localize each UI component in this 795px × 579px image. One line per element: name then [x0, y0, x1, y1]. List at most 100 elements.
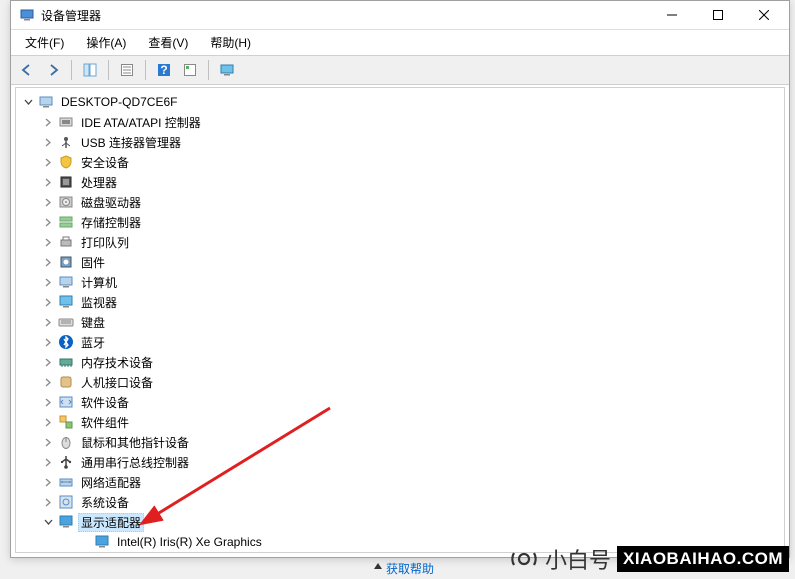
tree-category-mouse[interactable]: 鼠标和其他指针设备: [16, 432, 784, 452]
monitor-icon: [58, 294, 74, 310]
category-label: 磁盘驱动器: [78, 193, 144, 212]
properties-button[interactable]: [115, 58, 139, 82]
usb-icon: [58, 134, 74, 150]
tree-category-monitor[interactable]: 监视器: [16, 292, 784, 312]
category-label: 系统设备: [78, 493, 132, 512]
tree-category-usb[interactable]: USB 连接器管理器: [16, 132, 784, 152]
category-label: 监视器: [78, 293, 120, 312]
close-button[interactable]: [741, 1, 787, 29]
menu-action[interactable]: 操作(A): [76, 30, 136, 55]
category-label: 软件组件: [78, 413, 132, 432]
chevron-right-icon[interactable]: [40, 194, 56, 210]
category-label: 鼠标和其他指针设备: [78, 433, 192, 452]
tree-category-keyboard[interactable]: 键盘: [16, 312, 784, 332]
toolbar: ?: [11, 55, 789, 85]
minimize-button[interactable]: [649, 1, 695, 29]
category-label: 安全设备: [78, 153, 132, 172]
chevron-right-icon[interactable]: [40, 254, 56, 270]
mouse-icon: [58, 434, 74, 450]
menu-view[interactable]: 查看(V): [138, 30, 198, 55]
chevron-right-icon[interactable]: [40, 434, 56, 450]
tree-category-printqueue[interactable]: 打印队列: [16, 232, 784, 252]
tree-category-swdev[interactable]: 软件设备: [16, 392, 784, 412]
chevron-right-icon[interactable]: [40, 394, 56, 410]
tree-category-security[interactable]: 安全设备: [16, 152, 784, 172]
category-label: 存储控制器: [78, 213, 144, 232]
toolbar-separator: [71, 60, 72, 80]
menu-help[interactable]: 帮助(H): [200, 30, 261, 55]
maximize-button[interactable]: [695, 1, 741, 29]
tree-category-ide[interactable]: IDE ATA/ATAPI 控制器: [16, 112, 784, 132]
swdev-icon: [58, 394, 74, 410]
tree-category-computer[interactable]: 计算机: [16, 272, 784, 292]
category-label: 处理器: [78, 173, 120, 192]
toolbar-separator: [145, 60, 146, 80]
device-tree[interactable]: DESKTOP-QD7CE6F IDE ATA/ATAPI 控制器USB 连接器管…: [15, 87, 785, 553]
device-label: Intel(R) Iris(R) Xe Graphics: [114, 534, 265, 550]
brand-name-cn: 小白号: [545, 543, 611, 575]
menu-file[interactable]: 文件(F): [15, 30, 74, 55]
category-label: 固件: [78, 253, 108, 272]
chevron-right-icon[interactable]: [40, 334, 56, 350]
category-label: 显示适配器: [78, 513, 144, 532]
window-title: 设备管理器: [41, 7, 649, 24]
tree-category-storage[interactable]: 存储控制器: [16, 212, 784, 232]
help-caret-icon: [372, 561, 384, 576]
category-label: 打印队列: [78, 233, 132, 252]
chevron-right-icon[interactable]: [40, 274, 56, 290]
chevron-right-icon[interactable]: [40, 174, 56, 190]
scan-hardware-button[interactable]: [215, 58, 239, 82]
toolbar-separator: [208, 60, 209, 80]
tree-category-swcomp[interactable]: 软件组件: [16, 412, 784, 432]
chevron-right-icon[interactable]: [40, 354, 56, 370]
root-label: DESKTOP-QD7CE6F: [58, 94, 180, 110]
tree-category-cpu[interactable]: 处理器: [16, 172, 784, 192]
category-label: USB 连接器管理器: [78, 133, 184, 152]
get-help-link[interactable]: 获取帮助: [386, 560, 434, 577]
tree-category-disk[interactable]: 磁盘驱动器: [16, 192, 784, 212]
chevron-right-icon[interactable]: [40, 414, 56, 430]
tree-category-firmware[interactable]: 固件: [16, 252, 784, 272]
usbctrl-icon: [58, 454, 74, 470]
printer-icon: [58, 234, 74, 250]
pc-icon: [58, 274, 74, 290]
category-label: 通用串行总线控制器: [78, 453, 192, 472]
refresh-button[interactable]: [178, 58, 202, 82]
tree-root[interactable]: DESKTOP-QD7CE6F: [16, 92, 784, 112]
help-button[interactable]: ?: [152, 58, 176, 82]
chevron-right-icon[interactable]: [40, 454, 56, 470]
tree-category-network[interactable]: 网络适配器: [16, 472, 784, 492]
display-icon: [58, 514, 74, 530]
controller-icon: [58, 114, 74, 130]
chevron-right-icon[interactable]: [40, 494, 56, 510]
chevron-right-icon[interactable]: [40, 374, 56, 390]
chip-icon: [58, 174, 74, 190]
brand-logo-icon: [509, 544, 539, 574]
show-hide-tree-button[interactable]: [78, 58, 102, 82]
chevron-right-icon[interactable]: [40, 474, 56, 490]
chevron-right-icon[interactable]: [40, 134, 56, 150]
tree-category-usbctrl[interactable]: 通用串行总线控制器: [16, 452, 784, 472]
chevron-right-icon[interactable]: [40, 154, 56, 170]
chevron-right-icon[interactable]: [40, 234, 56, 250]
category-label: 网络适配器: [78, 473, 144, 492]
tree-category-hid[interactable]: 人机接口设备: [16, 372, 784, 392]
shield-icon: [58, 154, 74, 170]
chevron-down-icon[interactable]: [20, 94, 36, 110]
bluetooth-icon: [58, 334, 74, 350]
chevron-right-icon[interactable]: [40, 314, 56, 330]
tree-category-bluetooth[interactable]: 蓝牙: [16, 332, 784, 352]
category-label: 键盘: [78, 313, 108, 332]
back-button[interactable]: [15, 58, 39, 82]
chevron-right-icon[interactable]: [40, 214, 56, 230]
chevron-right-icon[interactable]: [40, 114, 56, 130]
computer-icon: [38, 94, 54, 110]
chevron-right-icon[interactable]: [40, 294, 56, 310]
tree-category-system[interactable]: 系统设备: [16, 492, 784, 512]
toolbar-separator: [108, 60, 109, 80]
tree-category-display[interactable]: 显示适配器: [16, 512, 784, 532]
app-icon: [19, 7, 35, 23]
chevron-down-icon[interactable]: [40, 514, 56, 530]
forward-button[interactable]: [41, 58, 65, 82]
tree-category-memory[interactable]: 内存技术设备: [16, 352, 784, 372]
